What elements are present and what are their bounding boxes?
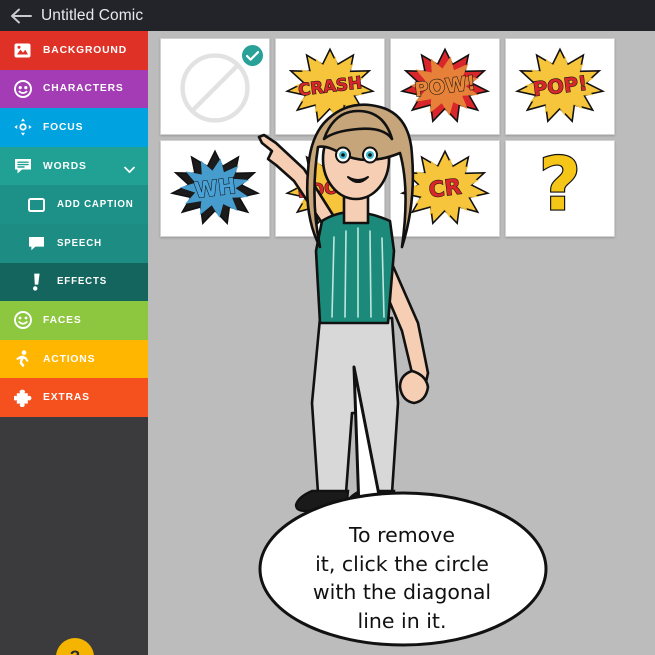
sidebar-item-label: FOCUS <box>43 121 84 133</box>
sidebar-item-label: FACES <box>43 314 82 326</box>
sidebar-item-faces[interactable]: FACES <box>0 301 148 340</box>
page-title: Untitled Comic <box>41 6 144 24</box>
canvas-stage[interactable]: CRASH POW! POP! WH BOOM! CR ? To remove … <box>148 31 655 655</box>
sidebar-item-words[interactable]: WORDS <box>0 146 148 186</box>
effect-thumbnail-pow[interactable]: POW! <box>390 38 500 135</box>
svg-text:WH: WH <box>193 174 238 204</box>
running-icon <box>13 350 32 369</box>
sidebar-item-label: WORDS <box>43 160 87 172</box>
effects-thumbnail-panel: CRASH POW! POP! WH BOOM! CR ? <box>160 38 655 237</box>
caption-icon <box>27 195 46 214</box>
chevron-down-icon[interactable] <box>124 161 135 174</box>
check-icon <box>242 45 263 66</box>
back-arrow-icon[interactable] <box>8 3 34 29</box>
exclaim-icon <box>27 272 46 291</box>
move-icon <box>13 118 32 137</box>
svg-text:CR: CR <box>427 175 463 204</box>
smiley-icon <box>13 311 32 330</box>
sidebar-item-label: EXTRAS <box>43 392 90 404</box>
effect-thumbnail-none[interactable] <box>160 38 270 135</box>
sidebar-item-add-caption[interactable]: ADD CAPTION <box>0 185 148 224</box>
comment-icon <box>13 157 32 176</box>
effect-thumbnail-wham[interactable]: WH <box>160 140 270 237</box>
sidebar-item-label: ADD CAPTION <box>57 199 134 211</box>
image-icon <box>13 41 32 60</box>
help-button[interactable]: ? <box>56 638 94 655</box>
sidebar-item-label: EFFECTS <box>57 276 108 288</box>
effect-thumbnail-question[interactable]: ? <box>505 140 615 237</box>
effect-thumbnail-crash[interactable]: CRASH <box>275 38 385 135</box>
effect-thumbnail-boom[interactable]: BOOM! <box>275 140 385 237</box>
svg-text:?: ? <box>539 144 581 228</box>
app-header: Untitled Comic <box>0 0 655 31</box>
sidebar-item-extras[interactable]: EXTRAS <box>0 378 148 417</box>
sidebar-item-focus[interactable]: FOCUS <box>0 108 148 147</box>
sidebar-item-characters[interactable]: CHARACTERS <box>0 69 148 109</box>
puzzle-icon <box>13 388 32 407</box>
sidebar-item-speech[interactable]: SPEECH <box>0 223 148 263</box>
effect-thumbnail-crash2[interactable]: CR <box>390 140 500 237</box>
sidebar-item-effects[interactable]: EFFECTS <box>0 262 148 302</box>
effect-thumbnail-pop[interactable]: POP! <box>505 38 615 135</box>
sidebar-item-label: CHARACTERS <box>43 83 124 95</box>
face-icon <box>13 79 32 98</box>
sidebar: BACKGROUND CHARACTERS FOCUS WORDS ADD CAPTIO… <box>0 31 148 655</box>
sidebar-item-background[interactable]: BACKGROUND <box>0 31 148 70</box>
comic-editor-app: Untitled Comic BACKGROUND CHARACTERS FOCUS… <box>0 0 655 655</box>
sidebar-item-label: SPEECH <box>57 237 102 249</box>
speech-icon <box>27 234 46 253</box>
sidebar-item-label: BACKGROUND <box>43 44 128 56</box>
speech-bubble[interactable]: To remove it, click the circle with the … <box>258 331 548 651</box>
sidebar-item-label: ACTIONS <box>43 353 96 365</box>
sidebar-item-actions[interactable]: ACTIONS <box>0 339 148 379</box>
